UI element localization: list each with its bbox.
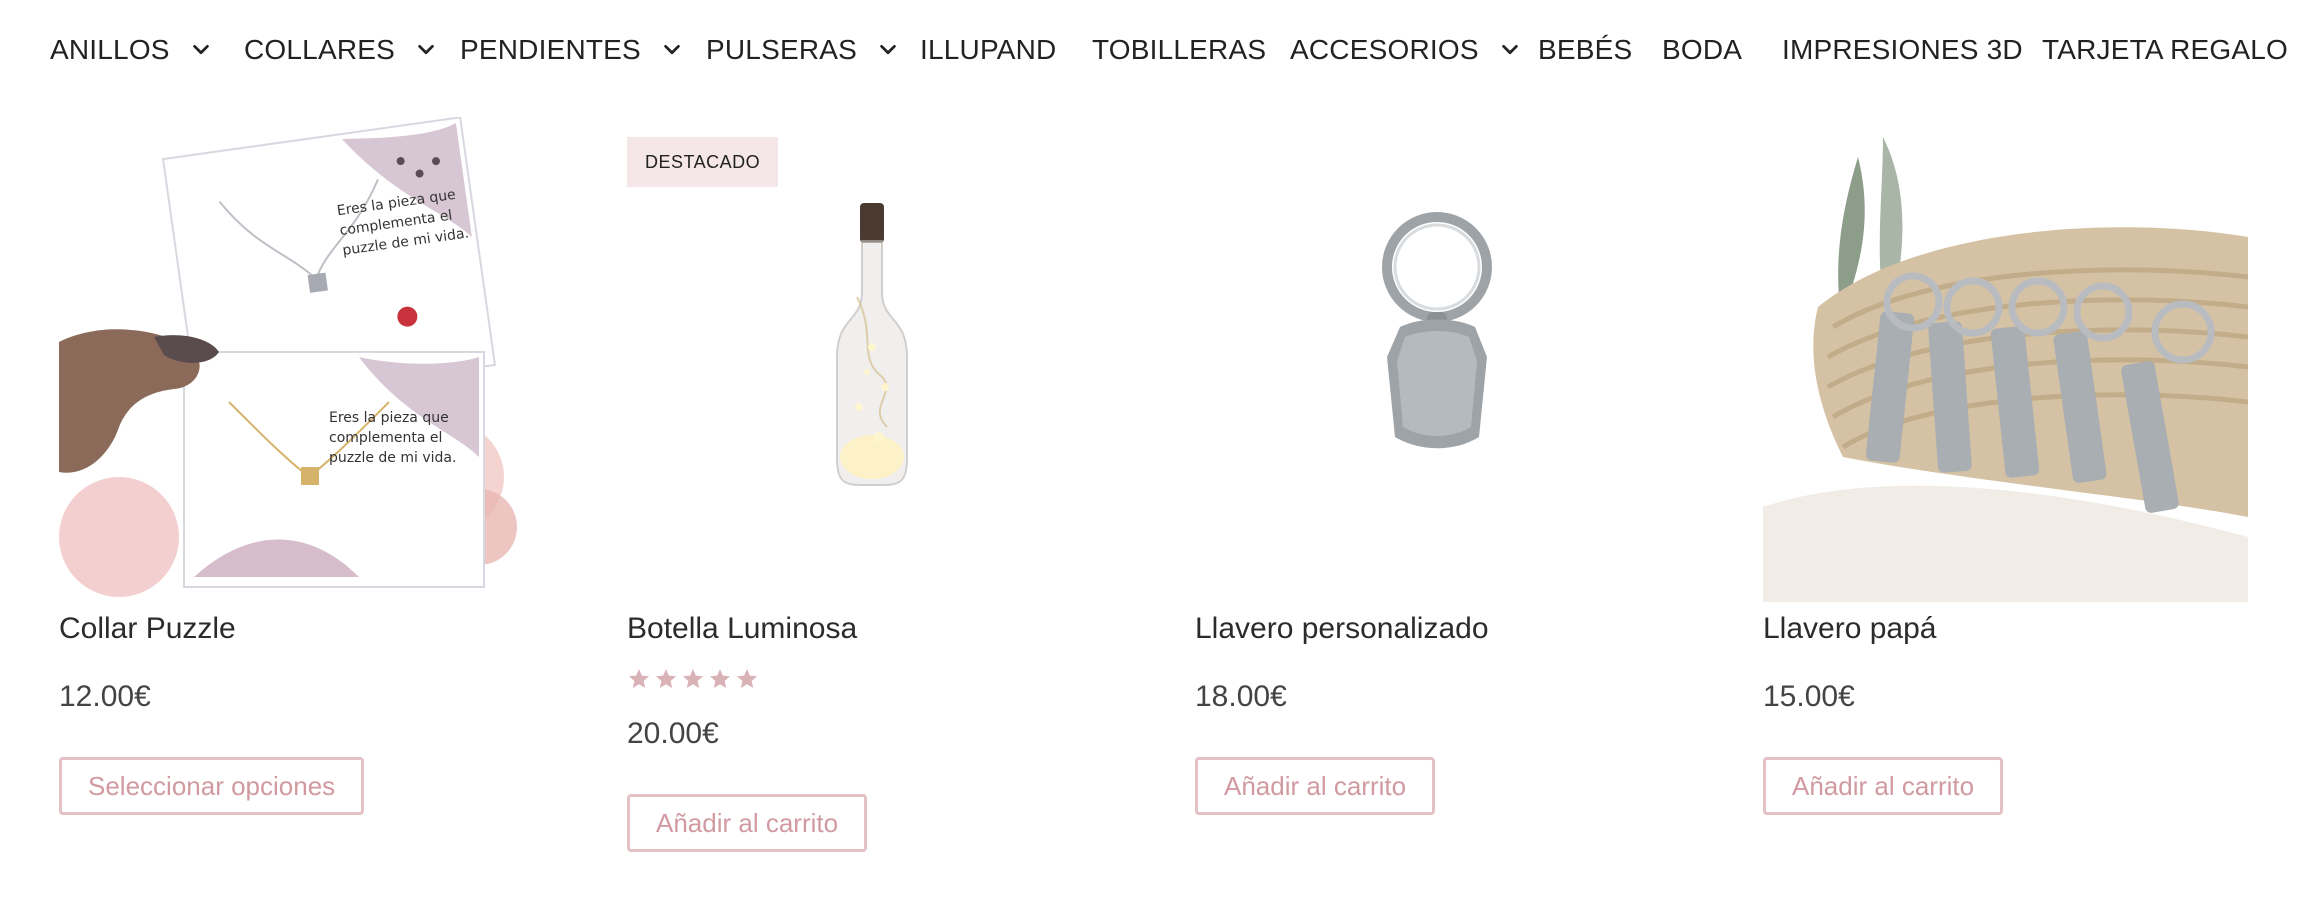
product-image[interactable]: Eres la pieza que complementa el puzzle … — [59, 117, 544, 602]
rating-stars — [627, 667, 759, 695]
nav-item-pendientes[interactable]: PENDIENTES — [460, 28, 685, 72]
svg-text:puzzle de mi vida.: puzzle de mi vida. — [329, 450, 456, 466]
chevron-down-icon[interactable] — [188, 37, 214, 63]
nav-label: PENDIENTES — [460, 34, 641, 65]
nav-label: ACCESORIOS — [1290, 34, 1479, 65]
product-photo: Eres la pieza que complementa el puzzle … — [59, 117, 517, 597]
chevron-down-icon[interactable] — [875, 37, 901, 63]
nav-label: IMPRESIONES 3D — [1782, 34, 2023, 65]
nav-item-tobilleras[interactable]: TOBILLERAS — [1092, 28, 1266, 72]
nav-label: BEBÉS — [1538, 34, 1633, 65]
chevron-down-icon[interactable] — [1497, 37, 1523, 63]
product-photo — [1763, 137, 2248, 602]
nav-label: TOBILLERAS — [1092, 34, 1267, 65]
star-icon — [710, 669, 730, 688]
nav-label: COLLARES — [244, 34, 395, 65]
star-icon — [629, 669, 649, 688]
nav-item-illupand[interactable]: ILLUPAND — [920, 28, 1056, 72]
nav-item-collares[interactable]: COLLARES — [244, 28, 439, 72]
product-title[interactable]: Collar Puzzle — [59, 612, 236, 646]
product-title[interactable]: Botella Luminosa — [627, 612, 857, 646]
product-price: 18.00€ — [1195, 680, 1287, 713]
product-title[interactable]: Llavero personalizado — [1195, 612, 1489, 646]
nav-label: ANILLOS — [50, 34, 170, 65]
nav-item-accesorios[interactable]: ACCESORIOS — [1290, 28, 1523, 72]
nav-item-bebes[interactable]: BEBÉS — [1538, 28, 1632, 72]
star-icon — [737, 669, 757, 688]
product-photo — [1382, 212, 1492, 449]
nav-item-impresiones-3d[interactable]: IMPRESIONES 3D — [1782, 28, 2023, 72]
nav-item-pulseras[interactable]: PULSERAS — [706, 28, 901, 72]
product-card-botella-luminosa: DESTACADO Botella Luminosa 20.00€ Añadir… — [627, 117, 1112, 877]
star-icon — [656, 669, 676, 688]
product-title[interactable]: Llavero papá — [1763, 612, 1936, 646]
nav-label: BODA — [1662, 34, 1743, 65]
product-card-llavero-papa: Llavero papá 15.00€ Añadir al carrito — [1763, 117, 2248, 877]
chevron-down-icon[interactable] — [413, 37, 439, 63]
product-image[interactable] — [1763, 117, 2248, 602]
nav-label: PULSERAS — [706, 34, 857, 65]
nav-item-anillos[interactable]: ANILLOS — [50, 28, 214, 72]
nav-item-boda[interactable]: BODA — [1662, 28, 1742, 72]
product-card-llavero-personalizado: Llavero personalizado 18.00€ Añadir al c… — [1195, 117, 1680, 877]
chevron-down-icon[interactable] — [659, 37, 685, 63]
add-to-cart-button[interactable]: Añadir al carrito — [1195, 757, 1436, 815]
main-navigation: ANILLOS COLLARES PENDIENTES PULSERAS ILL… — [0, 0, 2301, 100]
product-image[interactable] — [1195, 117, 1680, 602]
featured-badge: DESTACADO — [627, 137, 779, 187]
add-to-cart-button[interactable]: Añadir al carrito — [627, 794, 868, 852]
star-icon — [683, 669, 703, 688]
svg-text:Eres la pieza que: Eres la pieza que — [329, 410, 449, 426]
nav-label: ILLUPAND — [920, 34, 1057, 65]
nav-label: TARJETA REGALO — [2042, 34, 2289, 65]
product-card-collar-puzzle: Eres la pieza que complementa el puzzle … — [59, 117, 544, 877]
product-image[interactable]: DESTACADO — [627, 117, 1112, 602]
product-price: 12.00€ — [59, 680, 151, 713]
nav-item-tarjeta-regalo[interactable]: TARJETA REGALO — [2042, 28, 2288, 72]
product-price: 15.00€ — [1763, 680, 1855, 713]
product-price: 20.00€ — [627, 717, 719, 750]
product-photo — [836, 203, 908, 487]
svg-text:complementa el: complementa el — [329, 430, 442, 446]
add-to-cart-button[interactable]: Añadir al carrito — [1763, 757, 2004, 815]
select-options-button[interactable]: Seleccionar opciones — [59, 757, 365, 815]
